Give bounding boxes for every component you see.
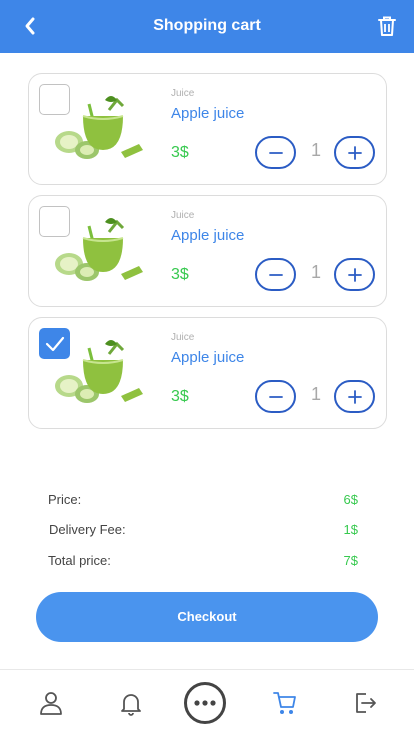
apple-juice-image bbox=[55, 96, 143, 159]
user-icon bbox=[40, 692, 62, 715]
item-price: 3$ bbox=[171, 266, 189, 283]
total-price-value: 7$ bbox=[343, 553, 358, 568]
item-price: 3$ bbox=[171, 388, 189, 405]
decrease-quantity-button[interactable] bbox=[255, 258, 296, 291]
nav-profile[interactable] bbox=[20, 670, 80, 734]
checkout-button[interactable]: Checkout bbox=[36, 592, 378, 642]
trash-icon[interactable] bbox=[375, 14, 399, 38]
minus-icon bbox=[269, 396, 283, 398]
increase-quantity-button[interactable] bbox=[334, 136, 375, 169]
item-price: 3$ bbox=[171, 144, 189, 161]
quantity-value: 1 bbox=[310, 262, 321, 282]
cart-item: Juice Apple juice 3$ 1 bbox=[28, 195, 387, 307]
bottom-navigation bbox=[0, 669, 414, 734]
page-title: Shopping cart bbox=[153, 17, 261, 34]
plus-icon bbox=[348, 146, 362, 160]
minus-icon bbox=[269, 274, 283, 276]
quantity-value: 1 bbox=[310, 140, 321, 160]
item-category: Juice bbox=[171, 332, 195, 343]
apple-juice-image bbox=[55, 340, 143, 403]
more-icon bbox=[184, 682, 226, 724]
decrease-quantity-button[interactable] bbox=[255, 380, 296, 413]
decrease-quantity-button[interactable] bbox=[255, 136, 296, 169]
price-label: Price: bbox=[48, 492, 82, 507]
app-header: Shopping cart bbox=[0, 0, 414, 53]
increase-quantity-button[interactable] bbox=[334, 258, 375, 291]
delivery-fee-label: Delivery Fee: bbox=[49, 522, 126, 537]
nav-logout[interactable] bbox=[334, 670, 394, 734]
item-category: Juice bbox=[171, 88, 195, 99]
increase-quantity-button[interactable] bbox=[334, 380, 375, 413]
quantity-value: 1 bbox=[310, 384, 321, 404]
delivery-fee-value: 1$ bbox=[343, 522, 358, 537]
item-name[interactable]: Apple juice bbox=[171, 227, 244, 244]
cart-item: Juice Apple juice 3$ 1 bbox=[28, 317, 387, 429]
plus-icon bbox=[348, 268, 362, 282]
total-price-label: Total price: bbox=[48, 553, 111, 568]
item-category: Juice bbox=[171, 210, 195, 221]
logout-icon bbox=[356, 693, 376, 713]
bell-icon bbox=[121, 694, 141, 716]
price-value: 6$ bbox=[343, 492, 358, 507]
item-name[interactable]: Apple juice bbox=[171, 349, 244, 366]
cart-item: Juice Apple juice 3$ 1 bbox=[28, 73, 387, 185]
item-name[interactable]: Apple juice bbox=[171, 105, 244, 122]
nav-more[interactable] bbox=[175, 670, 235, 734]
apple-juice-image bbox=[55, 218, 143, 281]
nav-notifications[interactable] bbox=[100, 670, 160, 734]
minus-icon bbox=[269, 152, 283, 154]
cart-icon bbox=[273, 692, 296, 714]
nav-cart[interactable] bbox=[254, 670, 314, 734]
plus-icon bbox=[348, 390, 362, 404]
